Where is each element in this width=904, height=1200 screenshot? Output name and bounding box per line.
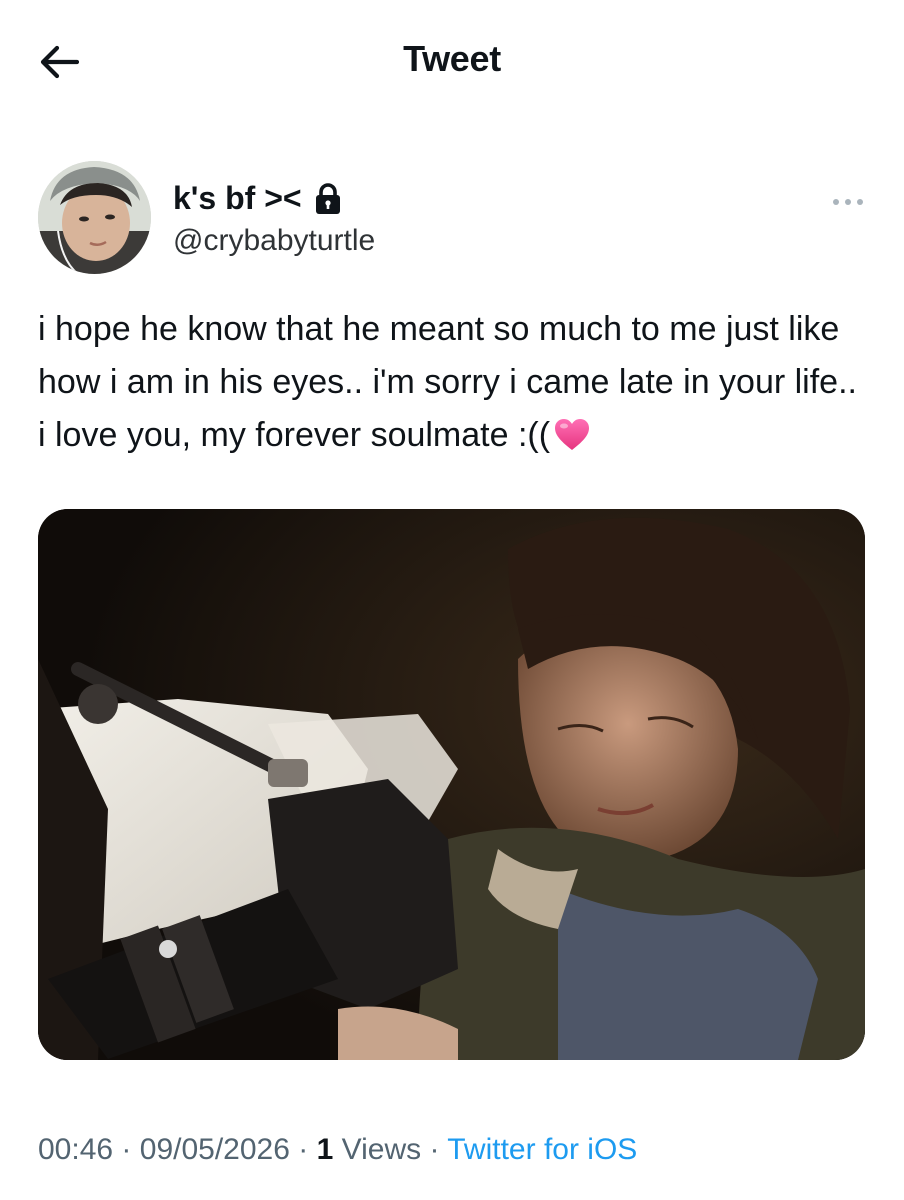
page-title: Tweet [403,38,501,79]
tweet-meta: 00:46 · 09/05/2026 · 1 Views · Twitter f… [38,1133,637,1167]
views-label: Views [341,1133,422,1166]
tweet-time[interactable]: 00:46 [38,1133,113,1166]
header: Tweet [0,0,904,125]
meta-separator: · [429,1133,440,1166]
meta-separator: · [121,1133,132,1166]
tweet-text-content: i hope he know that he meant so much to … [38,310,857,454]
avatar-image [38,161,151,274]
meta-separator: · [298,1133,309,1166]
tweet-text: i hope he know that he meant so much to … [38,303,868,468]
more-options-button[interactable] [830,190,866,214]
tweet-detail-page: Tweet k's bf >< @crybabyturtle i hope he… [0,0,904,1200]
pink-heart-emoji [554,415,590,468]
photo-image [38,509,865,1060]
tweet-source-link[interactable]: Twitter for iOS [447,1133,637,1166]
lock-icon [315,182,340,214]
tweet-media-photo[interactable] [38,509,865,1060]
views-count: 1 [316,1133,334,1166]
author-row: k's bf >< @crybabyturtle [38,160,868,275]
username-handle[interactable]: @crybabyturtle [173,224,375,258]
tweet-date[interactable]: 09/05/2026 [140,1133,290,1166]
more-horizontal-icon [833,199,863,205]
display-name[interactable]: k's bf >< [173,180,342,217]
avatar[interactable] [38,161,151,274]
display-name-text: k's bf >< [173,180,302,216]
